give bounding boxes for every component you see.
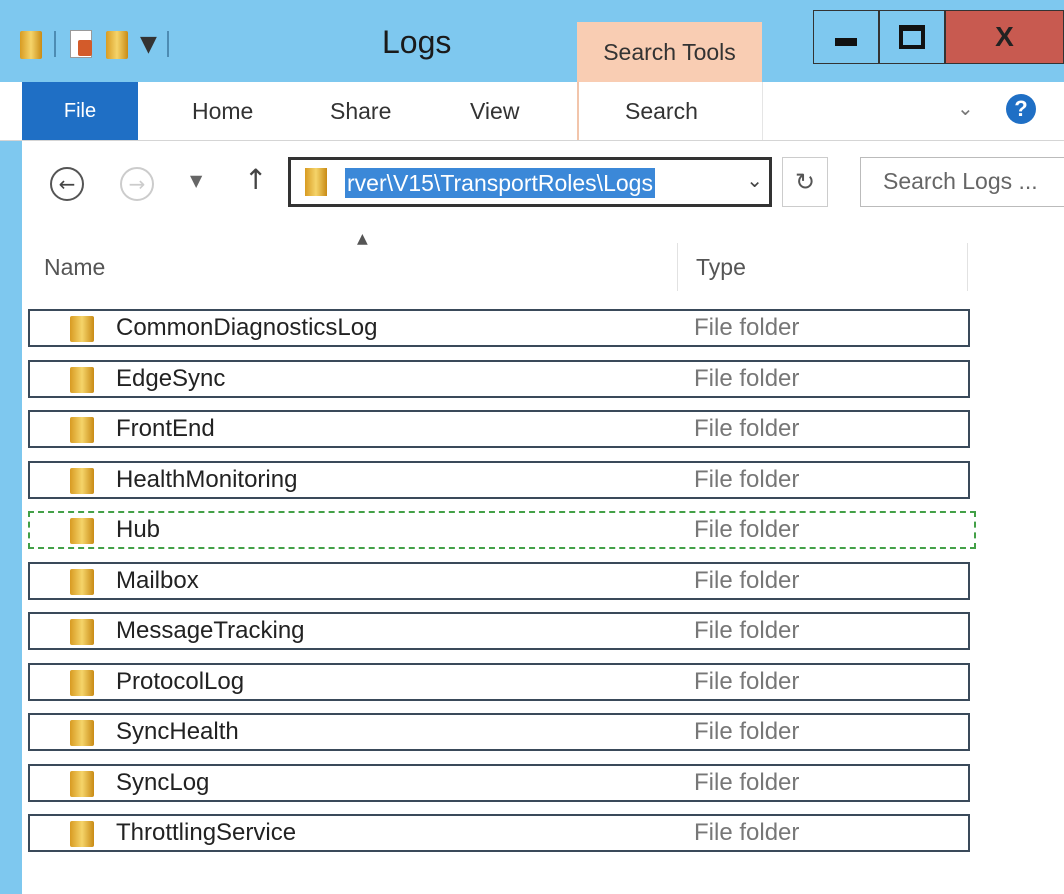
item-type: File folder — [694, 566, 800, 594]
item-name: HealthMonitoring — [116, 465, 298, 493]
quick-access-toolbar: ▼ — [18, 24, 169, 64]
folder-rows: CommonDiagnosticsLog File folder EdgeSync… — [28, 309, 976, 865]
item-type: File folder — [694, 667, 800, 695]
folder-icon — [70, 417, 94, 443]
item-type: File folder — [694, 364, 800, 392]
folder-icon — [70, 720, 94, 746]
ribbon-tabs: File Home Share View Search ⌄ ? — [0, 82, 1064, 141]
tab-search[interactable]: Search — [625, 82, 698, 140]
back-arrow-icon[interactable]: ← — [50, 167, 84, 201]
minimize-icon — [835, 38, 857, 46]
item-name: FrontEnd — [116, 415, 215, 442]
toolbar-divider — [54, 31, 56, 57]
item-name: EdgeSync — [116, 364, 226, 392]
context-tab-divider — [762, 82, 763, 140]
list-item[interactable]: FrontEnd File folder — [28, 410, 970, 448]
item-type: File folder — [694, 617, 800, 644]
folder-icon — [70, 518, 94, 544]
up-arrow-icon[interactable]: ↑ — [244, 163, 267, 196]
search-tools-context-tab: Search Tools — [577, 22, 762, 82]
help-icon[interactable]: ? — [1006, 94, 1036, 124]
item-name: CommonDiagnosticsLog — [116, 314, 378, 341]
item-type: File folder — [694, 718, 800, 745]
toolbar-divider — [166, 31, 169, 57]
folder-icon — [70, 316, 94, 342]
explorer-window: ▼ Logs Search Tools X File Home Share Vi… — [0, 0, 1064, 894]
item-name: ThrottlingService — [116, 819, 297, 846]
list-item[interactable]: CommonDiagnosticsLog File folder — [28, 309, 970, 347]
search-input[interactable]: Search Logs ... — [860, 157, 1064, 207]
item-name: MessageTracking — [116, 617, 305, 644]
folder-icon[interactable] — [18, 27, 44, 61]
file-list: ▲ Name Type CommonDiagnosticsLog File fol… — [22, 231, 1064, 894]
recent-locations-icon[interactable]: ▼ — [190, 171, 202, 190]
title-bar: ▼ Logs Search Tools X — [0, 0, 1064, 82]
list-item[interactable]: HealthMonitoring File folder — [28, 460, 970, 499]
folder-icon — [70, 366, 94, 393]
tab-file[interactable]: File — [22, 82, 138, 140]
list-item[interactable]: Mailbox File folder — [28, 561, 970, 600]
folder-icon — [70, 568, 94, 595]
address-bar[interactable]: rver\V15\TransportRoles\Logs ⌄ — [288, 157, 772, 207]
list-item[interactable]: ProtocolLog File folder — [28, 662, 970, 701]
folder-icon — [70, 669, 94, 696]
list-item[interactable]: SyncHealth File folder — [28, 713, 970, 751]
folder-icon — [305, 168, 327, 196]
item-name: SyncHealth — [116, 718, 239, 745]
tab-view[interactable]: View — [470, 82, 519, 140]
item-type: File folder — [694, 819, 800, 846]
navigation-bar: ← → ▼ ↑ rver\V15\TransportRoles\Logs ⌄ ↻… — [22, 141, 1064, 231]
list-item[interactable]: EdgeSync File folder — [28, 359, 970, 398]
window-title: Logs — [382, 24, 452, 60]
new-folder-icon[interactable] — [104, 27, 130, 61]
refresh-icon[interactable]: ↻ — [782, 157, 828, 207]
forward-arrow-icon[interactable]: → — [120, 167, 154, 201]
maximize-button[interactable] — [879, 10, 945, 64]
column-header-type[interactable]: Type — [678, 243, 968, 291]
item-name: SyncLog — [116, 768, 210, 796]
context-tab-divider — [577, 82, 579, 140]
column-header-name[interactable]: Name — [22, 243, 678, 291]
item-name: Hub — [116, 516, 161, 543]
folder-icon — [70, 619, 94, 645]
item-type: File folder — [694, 314, 800, 341]
close-button[interactable]: X — [945, 10, 1064, 64]
address-dropdown-icon[interactable]: ⌄ — [746, 168, 763, 192]
item-name: Mailbox — [116, 566, 199, 594]
tab-share[interactable]: Share — [330, 82, 391, 140]
item-name: ProtocolLog — [116, 667, 245, 695]
list-item[interactable]: MessageTracking File folder — [28, 612, 970, 650]
customize-toolbar-icon[interactable]: ▼ — [140, 32, 157, 57]
item-type: File folder — [694, 415, 800, 442]
address-path[interactable]: rver\V15\TransportRoles\Logs — [345, 168, 655, 198]
folder-icon — [70, 770, 94, 797]
expand-ribbon-icon[interactable]: ⌄ — [957, 96, 974, 120]
item-type: File folder — [694, 465, 800, 493]
minimize-button[interactable] — [813, 10, 879, 64]
folder-icon — [70, 821, 94, 847]
item-type: File folder — [694, 516, 800, 543]
list-item-selected[interactable]: Hub File folder — [28, 511, 976, 549]
maximize-icon — [899, 25, 925, 49]
folder-icon — [70, 467, 94, 494]
item-type: File folder — [694, 768, 800, 796]
list-item[interactable]: SyncLog File folder — [28, 763, 970, 802]
list-item[interactable]: ThrottlingService File folder — [28, 814, 970, 852]
tab-home[interactable]: Home — [192, 82, 253, 140]
properties-icon[interactable] — [66, 28, 94, 60]
